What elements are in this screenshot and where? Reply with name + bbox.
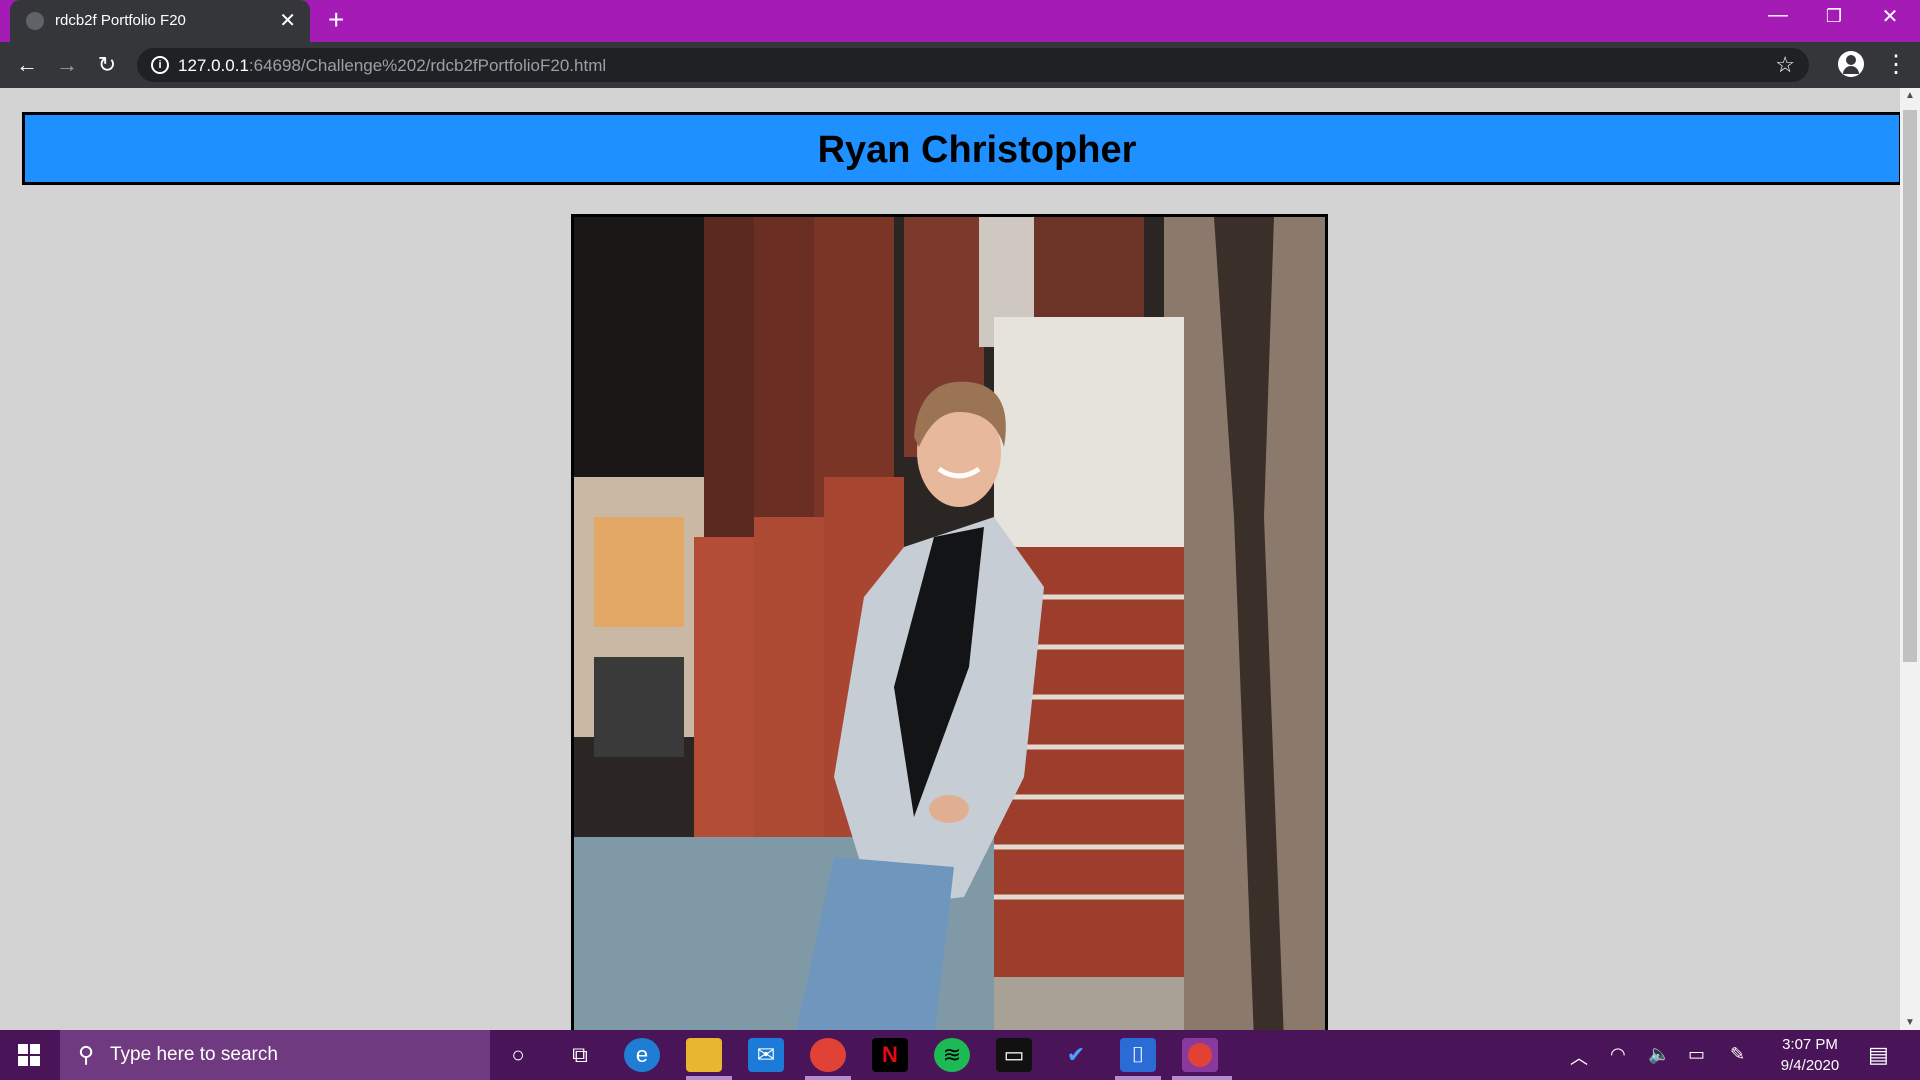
scroll-down-icon[interactable]: ▼ bbox=[1905, 1017, 1915, 1028]
edge-browser-icon[interactable]: e bbox=[624, 1038, 660, 1072]
search-icon: ⚲ bbox=[78, 1042, 95, 1067]
reload-button[interactable]: ↻ bbox=[92, 50, 122, 80]
task-view-icon[interactable]: ⧉ bbox=[562, 1038, 598, 1072]
restore-button[interactable]: ❐ bbox=[1814, 6, 1854, 27]
start-button-icon[interactable] bbox=[18, 1044, 40, 1066]
clock-time: 3:07 PM bbox=[1782, 1036, 1838, 1053]
browser-menu-icon[interactable]: ⋮ bbox=[1884, 50, 1908, 79]
url-host: 127.0.0.1 bbox=[178, 56, 249, 75]
notifications-icon[interactable]: ▤ bbox=[1868, 1042, 1889, 1068]
new-tab-button[interactable]: + bbox=[328, 4, 344, 36]
mail-icon[interactable]: ✉ bbox=[748, 1038, 784, 1072]
chrome-active-indicator bbox=[805, 1076, 851, 1080]
volume-muted-icon[interactable]: 🔈 bbox=[1648, 1044, 1670, 1065]
portrait-photo-image bbox=[574, 217, 1325, 1030]
portrait-photo bbox=[571, 214, 1328, 1030]
chrome-window-active-indicator bbox=[1172, 1076, 1232, 1080]
scroll-up-icon[interactable]: ▲ bbox=[1905, 90, 1915, 101]
taskbar-clock[interactable]: 3:07 PM 9/4/2020 bbox=[1770, 1034, 1850, 1076]
tab-favicon-icon bbox=[26, 12, 44, 30]
cortana-icon[interactable]: ○ bbox=[500, 1038, 536, 1072]
app-bracket-icon[interactable]: ⌷ bbox=[1120, 1038, 1156, 1072]
minimize-button[interactable]: — bbox=[1758, 4, 1798, 27]
netflix-icon[interactable]: N bbox=[872, 1038, 908, 1072]
search-placeholder: Type here to search bbox=[110, 1044, 278, 1065]
chrome-active-window-icon[interactable] bbox=[1182, 1038, 1218, 1072]
browser-tab[interactable]: rdcb2f Portfolio F20 ✕ bbox=[10, 0, 310, 42]
show-hidden-icons-chevron-icon[interactable]: ︿ bbox=[1570, 1044, 1588, 1070]
taskbar-search-box[interactable]: ⚲ Type here to search bbox=[60, 1030, 490, 1080]
page-scrollbar[interactable]: ▲ ▼ bbox=[1900, 88, 1920, 1030]
clock-date: 9/4/2020 bbox=[1780, 1057, 1840, 1074]
url-text: 127.0.0.1:64698/Challenge%202/rdcb2fPort… bbox=[178, 56, 606, 76]
scrollbar-thumb[interactable] bbox=[1903, 110, 1917, 662]
bookmark-star-icon[interactable]: ☆ bbox=[1775, 52, 1795, 78]
url-path: :64698/Challenge%202/rdcb2fPortfolioF20.… bbox=[248, 56, 607, 75]
forward-button[interactable]: → bbox=[52, 50, 82, 80]
wifi-icon[interactable]: ◠ bbox=[1610, 1044, 1626, 1065]
page-title: Ryan Christopher bbox=[817, 129, 1137, 171]
page-viewport: Ryan Christopher ▲ ▼ bbox=[0, 88, 1920, 1030]
browser-toolbar: ← → ↻ i 127.0.0.1:64698/Challenge%202/rd… bbox=[0, 42, 1920, 88]
terminal-icon[interactable]: ▭ bbox=[996, 1038, 1032, 1072]
profile-avatar-icon[interactable] bbox=[1838, 51, 1864, 77]
windows-taskbar: ⚲ Type here to search ○ ⧉ e ✉ N ≋ ▭ ✔ ⌷ … bbox=[0, 1030, 1920, 1080]
header-banner: Ryan Christopher bbox=[22, 112, 1902, 185]
close-window-button[interactable]: ✕ bbox=[1870, 4, 1910, 29]
back-button[interactable]: ← bbox=[12, 50, 42, 80]
battery-icon[interactable]: ▭ bbox=[1688, 1044, 1705, 1065]
file-explorer-active-indicator bbox=[686, 1076, 732, 1080]
tab-close-icon[interactable]: ✕ bbox=[279, 8, 296, 33]
pen-icon[interactable]: ✎ bbox=[1730, 1044, 1745, 1065]
site-info-icon[interactable]: i bbox=[151, 56, 169, 74]
spotify-icon[interactable]: ≋ bbox=[934, 1038, 970, 1072]
app-bracket-active-indicator bbox=[1115, 1076, 1161, 1080]
file-explorer-icon[interactable] bbox=[686, 1038, 722, 1072]
tab-title: rdcb2f Portfolio F20 bbox=[55, 12, 186, 29]
browser-title-bar: rdcb2f Portfolio F20 ✕ + — ❐ ✕ bbox=[0, 0, 1920, 42]
chrome-icon[interactable] bbox=[810, 1038, 846, 1072]
address-bar[interactable]: i 127.0.0.1:64698/Challenge%202/rdcb2fPo… bbox=[137, 48, 1809, 82]
todo-check-icon[interactable]: ✔ bbox=[1058, 1038, 1094, 1072]
